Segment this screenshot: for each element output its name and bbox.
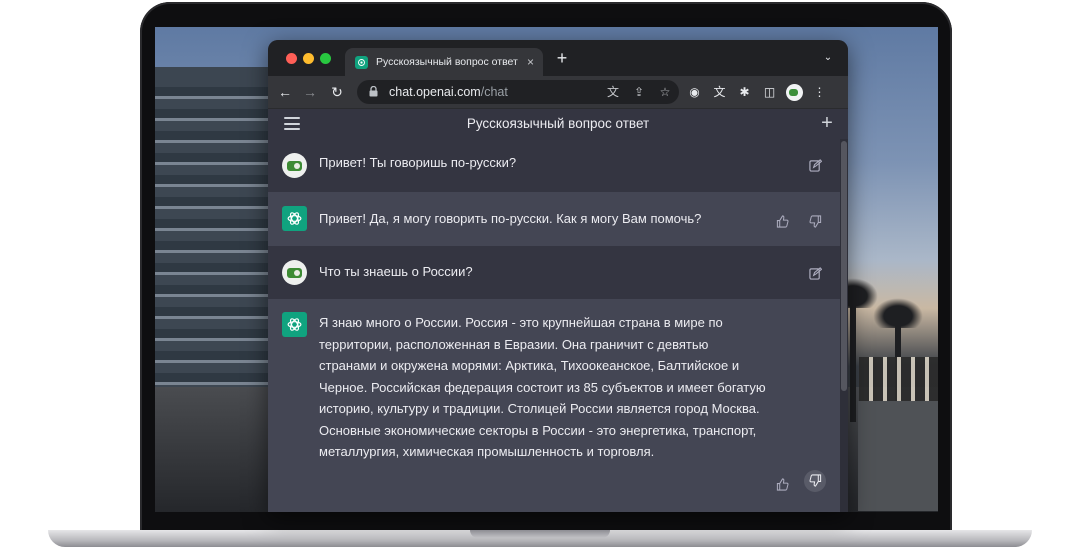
message-assistant: Я знаю много о России. Россия - это круп… xyxy=(268,299,840,512)
thumbs-down-icon[interactable] xyxy=(807,215,823,231)
message-user: Что ты знаешь о России? xyxy=(268,246,840,299)
wallpaper-building xyxy=(155,87,270,387)
user-avatar xyxy=(282,153,307,178)
chat-title: Русскоязычный вопрос ответ xyxy=(466,116,650,131)
extensions-bar: ◉ 文 ✱ ◫ ⋮ xyxy=(686,83,828,101)
tab-title: Русскоязычный вопрос ответ xyxy=(376,56,518,68)
openai-favicon-icon xyxy=(355,55,368,69)
browser-window: Русскоязычный вопрос ответ × + ⌄ ← → ↻ c… xyxy=(268,40,848,512)
message-text: Привет! Ты говоришь по-русски? xyxy=(319,155,517,170)
chatgpt-logo-icon xyxy=(282,206,307,231)
edit-icon[interactable] xyxy=(807,267,823,283)
forward-arrow-icon[interactable]: → xyxy=(301,83,319,101)
new-tab-button[interactable]: + xyxy=(552,48,572,68)
scrollbar-thumb[interactable] xyxy=(841,141,847,391)
thumbs-up-icon[interactable] xyxy=(774,215,790,231)
reading-extension-icon[interactable]: 文 xyxy=(711,83,728,101)
wallpaper-promenade xyxy=(858,401,938,511)
edit-icon[interactable] xyxy=(807,159,823,175)
profile-avatar[interactable] xyxy=(786,83,803,101)
address-bar-actions: 文 ⇪ ☆ xyxy=(605,83,673,101)
user-avatar xyxy=(282,260,307,285)
window-minimize-button[interactable] xyxy=(303,53,314,64)
browser-titlebar: Русскоязычный вопрос ответ × + ⌄ xyxy=(268,40,848,76)
window-zoom-button[interactable] xyxy=(320,53,331,64)
lock-icon xyxy=(369,85,381,99)
chat-scrollbar[interactable] xyxy=(840,139,848,512)
message-text: Что ты знаешь о России? xyxy=(319,264,473,279)
browser-toolbar: ← → ↻ chat.openai.com/chat 文 ⇪ ☆ ◉ 文 ✱ ◫… xyxy=(268,76,848,109)
bookmark-star-icon[interactable]: ☆ xyxy=(657,83,673,101)
back-arrow-icon[interactable]: ← xyxy=(276,83,294,101)
tab-search-chevron-icon[interactable]: ⌄ xyxy=(820,50,836,66)
chat-header: Русскоязычный вопрос ответ + xyxy=(268,109,848,140)
chat-messages: Привет! Ты говоришь по-русски? Привет! Д… xyxy=(268,139,840,512)
browser-tab[interactable]: Русскоязычный вопрос ответ × xyxy=(345,48,543,76)
more-menu-icon[interactable]: ⋮ xyxy=(811,83,828,101)
new-chat-plus-icon[interactable]: + xyxy=(817,111,837,135)
message-text: Я знаю много о России. Россия - это круп… xyxy=(319,315,766,459)
wallpaper-palm xyxy=(828,278,878,422)
reload-icon[interactable]: ↻ xyxy=(328,83,346,101)
wallpaper-letters-sign xyxy=(859,357,938,407)
side-panel-icon[interactable]: ◫ xyxy=(761,83,778,101)
thumbs-up-icon[interactable] xyxy=(774,478,790,494)
thumbs-down-icon[interactable] xyxy=(807,474,823,490)
message-user: Привет! Ты говоришь по-русски? xyxy=(268,139,840,192)
message-text: Привет! Да, я могу говорить по-русски. К… xyxy=(319,211,702,226)
url-path: /chat xyxy=(480,85,508,99)
url-text[interactable]: chat.openai.com/chat xyxy=(389,85,508,99)
address-bar[interactable]: chat.openai.com/chat 文 ⇪ ☆ xyxy=(357,80,679,104)
message-assistant: Привет! Да, я могу говорить по-русски. К… xyxy=(268,192,840,246)
laptop-base-notch xyxy=(470,530,610,538)
chatgpt-logo-icon xyxy=(282,312,307,337)
window-close-button[interactable] xyxy=(286,53,297,64)
openai-extension-icon[interactable]: ◉ xyxy=(686,83,703,101)
share-icon[interactable]: ⇪ xyxy=(631,83,647,101)
url-host: chat.openai.com xyxy=(389,85,481,99)
puzzle-extensions-icon[interactable]: ✱ xyxy=(736,83,753,101)
tab-close-icon[interactable]: × xyxy=(527,55,534,69)
translate-icon[interactable]: 文 xyxy=(605,83,621,101)
